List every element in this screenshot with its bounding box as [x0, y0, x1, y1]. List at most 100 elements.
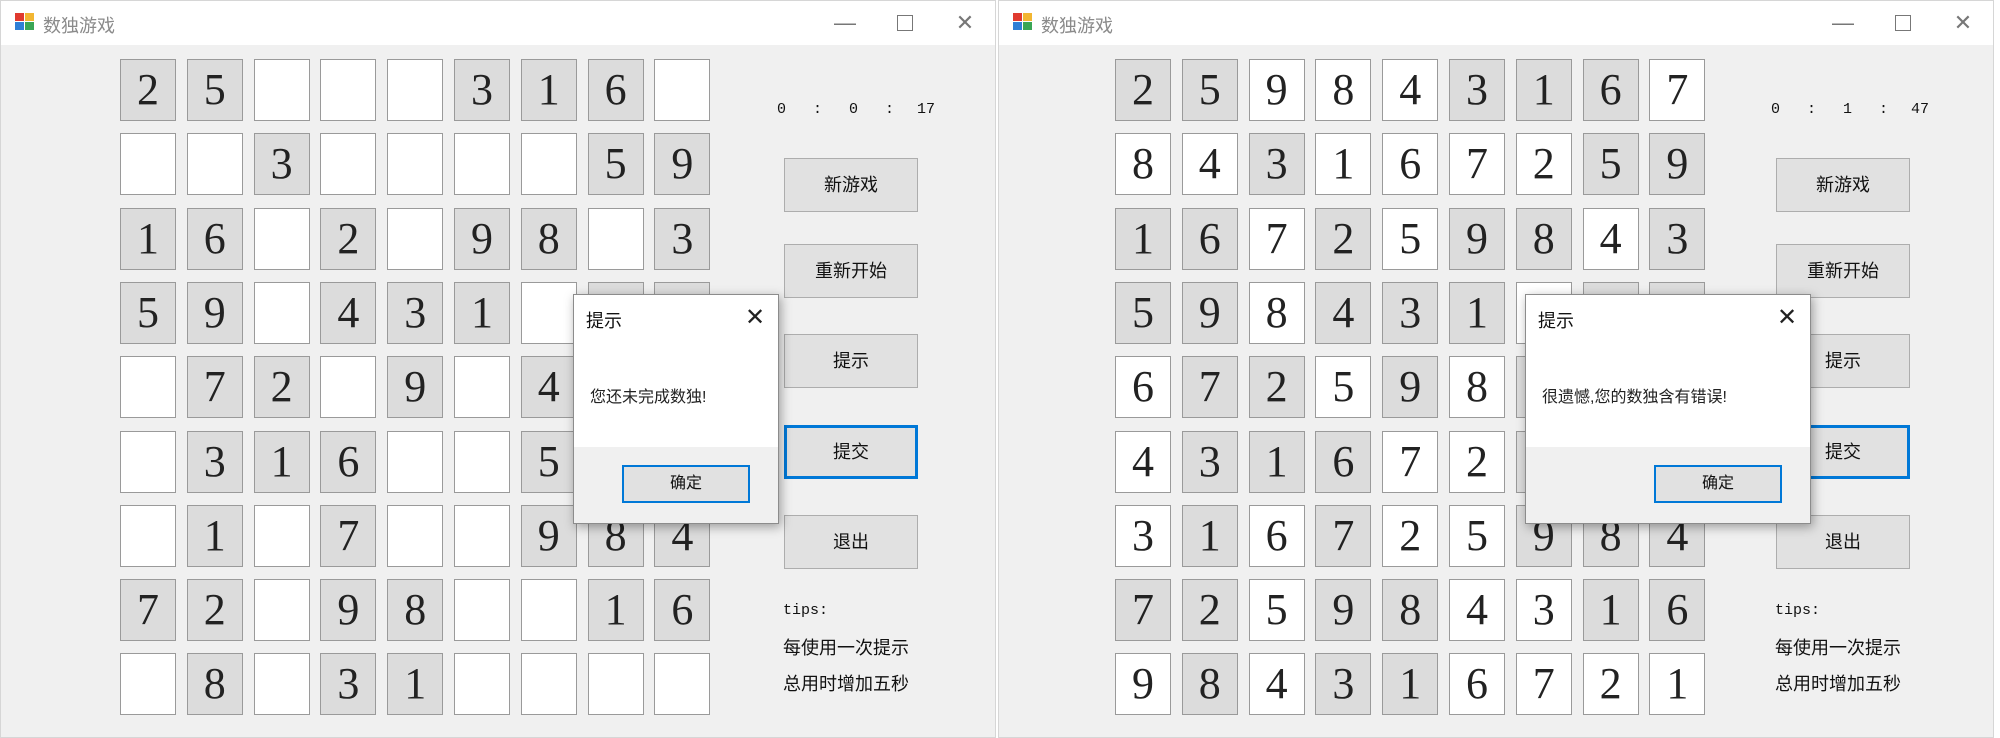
sudoku-cell-r2c7[interactable]	[520, 133, 577, 196]
sudoku-cell-r1c2: 5	[186, 59, 243, 121]
sudoku-cell-r9c3[interactable]	[253, 653, 310, 716]
timer-seconds: 47	[1911, 101, 1930, 118]
sudoku-cell-r5c1[interactable]: 6	[1115, 356, 1171, 419]
new-game-button[interactable]: 新游戏	[1776, 158, 1910, 212]
sudoku-cell-r9c8[interactable]	[587, 653, 644, 716]
restart-button[interactable]: 重新开始	[1776, 244, 1910, 298]
new-game-button[interactable]: 新游戏	[784, 158, 918, 212]
sudoku-cell-r2c5[interactable]	[387, 133, 444, 196]
restart-button[interactable]: 重新开始	[784, 244, 918, 298]
sudoku-cell-r7c3[interactable]	[253, 504, 310, 567]
sudoku-cell-r7c6[interactable]	[454, 504, 510, 567]
ok-button[interactable]: 确定	[622, 465, 750, 503]
sudoku-cell-r7c6[interactable]: 5	[1449, 504, 1505, 567]
sudoku-cell-r4c3[interactable]	[253, 281, 310, 344]
dialog-message: 您还未完成数独!	[590, 389, 707, 406]
timer-minutes: 1	[1843, 101, 1853, 118]
sudoku-cell-r2c4[interactable]: 1	[1315, 133, 1372, 196]
title-bar[interactable]: 数独游戏 — ✕	[999, 1, 1993, 45]
sudoku-cell-r1c5[interactable]	[387, 59, 444, 121]
sudoku-cell-r2c2[interactable]	[186, 133, 243, 196]
sudoku-cell-r9c2: 8	[1181, 653, 1238, 716]
sudoku-cell-r5c4[interactable]	[320, 356, 377, 419]
sudoku-cell-r6c1[interactable]: 4	[1115, 430, 1171, 493]
sudoku-cell-r7c5[interactable]	[387, 504, 444, 567]
sudoku-cell-r9c1[interactable]: 9	[1115, 653, 1171, 716]
sudoku-cell-r7c5[interactable]: 2	[1382, 504, 1439, 567]
sudoku-cell-r8c3[interactable]: 5	[1248, 579, 1305, 642]
maximize-icon[interactable]	[875, 1, 935, 45]
sudoku-cell-r2c1[interactable]	[120, 133, 176, 196]
close-icon[interactable]: ✕	[935, 1, 995, 45]
sudoku-cell-r1c5[interactable]: 4	[1382, 59, 1439, 121]
sudoku-cell-r6c6[interactable]: 2	[1449, 430, 1505, 493]
sudoku-cell-r3c5[interactable]	[387, 207, 444, 270]
sudoku-cell-r9c7[interactable]: 7	[1515, 653, 1572, 716]
sudoku-cell-r7c2: 1	[1181, 504, 1238, 567]
sudoku-cell-r8c7[interactable]	[520, 579, 577, 642]
sudoku-cell-r5c3: 2	[1248, 356, 1305, 419]
sudoku-cell-r1c3[interactable]: 9	[1248, 59, 1305, 121]
minimize-icon[interactable]: —	[1813, 1, 1873, 45]
sudoku-cell-r6c6[interactable]	[454, 430, 510, 493]
sudoku-cell-r2c5[interactable]: 6	[1382, 133, 1439, 196]
sudoku-cell-r1c3[interactable]	[253, 59, 310, 121]
sudoku-cell-r6c4: 6	[1315, 430, 1372, 493]
sudoku-cell-r4c3[interactable]: 8	[1248, 281, 1305, 344]
sudoku-cell-r9c3[interactable]: 4	[1248, 653, 1305, 716]
sudoku-cell-r3c5[interactable]: 5	[1382, 207, 1439, 270]
sudoku-cell-r9c6[interactable]	[454, 653, 510, 716]
sudoku-cell-r9c6[interactable]: 6	[1449, 653, 1505, 716]
sudoku-cell-r9c7[interactable]	[520, 653, 577, 716]
sudoku-cell-r2c6[interactable]: 7	[1449, 133, 1505, 196]
title-bar[interactable]: 数独游戏 — ✕	[1, 1, 995, 45]
sudoku-cell-r9c9[interactable]: 1	[1649, 653, 1706, 716]
submit-button[interactable]: 提交	[784, 425, 918, 479]
sudoku-cell-r2c7[interactable]: 2	[1515, 133, 1572, 196]
sudoku-cell-r7c1[interactable]	[120, 504, 176, 567]
sudoku-cell-r3c8[interactable]: 4	[1582, 207, 1639, 270]
close-icon[interactable]: ✕	[1770, 303, 1804, 333]
app-window-icon	[1013, 13, 1033, 31]
sudoku-cell-r2c9: 9	[1649, 133, 1706, 196]
sudoku-cell-r2c1[interactable]: 8	[1115, 133, 1171, 196]
sudoku-cell-r8c6[interactable]: 4	[1449, 579, 1505, 642]
minimize-icon[interactable]: —	[815, 1, 875, 45]
hint-button[interactable]: 提示	[784, 334, 918, 388]
sudoku-cell-r7c3[interactable]: 6	[1248, 504, 1305, 567]
sudoku-cell-r1c4[interactable]	[320, 59, 377, 121]
sudoku-cell-r2c2[interactable]: 4	[1181, 133, 1238, 196]
sudoku-cell-r9c1[interactable]	[120, 653, 176, 716]
sudoku-cell-r5c6[interactable]	[454, 356, 510, 419]
sudoku-cell-r2c4[interactable]	[320, 133, 377, 196]
sudoku-cell-r1c8: 6	[1582, 59, 1639, 121]
sudoku-cell-r5c1[interactable]	[120, 356, 176, 419]
sudoku-cell-r4c7[interactable]	[520, 281, 577, 344]
sudoku-cell-r7c1[interactable]: 3	[1115, 504, 1171, 567]
sudoku-cell-r8c7[interactable]: 3	[1515, 579, 1572, 642]
sudoku-cell-r5c6[interactable]: 8	[1449, 356, 1505, 419]
sudoku-cell-r6c1[interactable]	[120, 430, 176, 493]
sudoku-cell-r3c8[interactable]	[587, 207, 644, 270]
maximize-icon[interactable]	[1873, 1, 1933, 45]
close-icon[interactable]: ✕	[738, 303, 772, 333]
exit-button[interactable]: 退出	[784, 515, 918, 569]
message-dialog: 提示 ✕ 很遗憾,您的数独含有错误! 确定	[1525, 294, 1811, 524]
sudoku-cell-r8c6[interactable]	[454, 579, 510, 642]
ok-button[interactable]: 确定	[1654, 465, 1782, 503]
sudoku-cell-r6c5[interactable]: 7	[1382, 430, 1439, 493]
sudoku-cell-r3c9: 3	[654, 207, 711, 270]
sudoku-cell-r9c8[interactable]: 2	[1582, 653, 1639, 716]
sudoku-cell-r2c6[interactable]	[454, 133, 510, 196]
sudoku-cell-r1c9[interactable]	[654, 59, 711, 121]
sudoku-cell-r9c9[interactable]	[654, 653, 711, 716]
sudoku-cell-r3c3[interactable]	[253, 207, 310, 270]
sudoku-cell-r3c3[interactable]: 7	[1248, 207, 1305, 270]
sudoku-cell-r1c9[interactable]: 7	[1649, 59, 1706, 121]
sudoku-cell-r8c3[interactable]	[253, 579, 310, 642]
sudoku-cell-r5c4[interactable]: 5	[1315, 356, 1372, 419]
sudoku-cell-r1c4[interactable]: 8	[1315, 59, 1372, 121]
close-icon[interactable]: ✕	[1933, 1, 1993, 45]
tips-line: 每使用一次提示	[783, 638, 909, 658]
sudoku-cell-r6c5[interactable]	[387, 430, 444, 493]
